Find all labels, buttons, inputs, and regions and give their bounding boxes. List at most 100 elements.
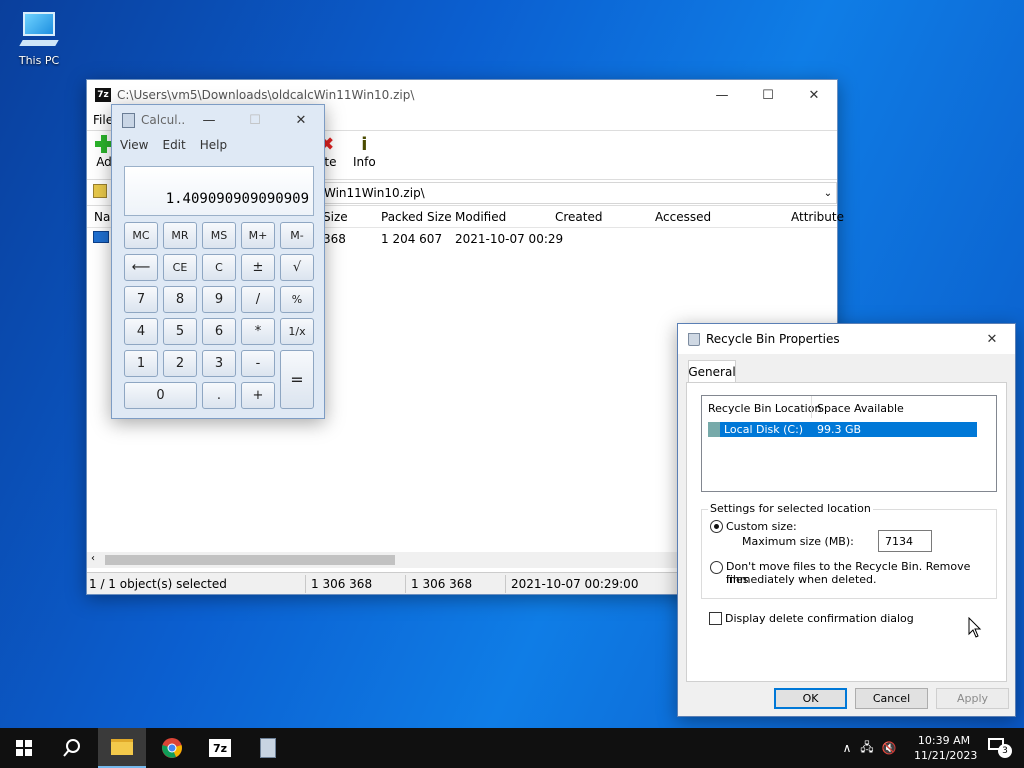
dont-move-radio[interactable]: [710, 561, 723, 574]
column-size[interactable]: Size: [323, 210, 348, 224]
maximize-button[interactable]: ☐: [232, 105, 278, 135]
key-6[interactable]: 6: [202, 318, 236, 345]
key-ce[interactable]: CE: [163, 254, 197, 281]
key-reciprocal[interactable]: 1/x: [280, 318, 314, 345]
list-header-space[interactable]: Space Available: [817, 402, 904, 415]
menu-view[interactable]: View: [120, 138, 148, 152]
max-size-input[interactable]: 7134: [878, 530, 932, 552]
taskbar-chrome[interactable]: [148, 728, 196, 768]
calculator-display: 1.409090909090909: [124, 166, 314, 216]
key-8[interactable]: 8: [163, 286, 197, 313]
7zip-window-title: C:\Users\vm5\Downloads\oldcalcWin11Win10…: [117, 88, 415, 102]
network-icon[interactable]: 🖧: [856, 738, 878, 759]
key-mc[interactable]: MC: [124, 222, 158, 249]
settings-group: Settings for selected location Custom si…: [701, 502, 997, 599]
status-selected: 1 / 1 object(s) selected: [89, 577, 227, 591]
key-decimal[interactable]: .: [202, 382, 236, 409]
key-5[interactable]: 5: [163, 318, 197, 345]
system-tray: ∧ 🖧 🔇: [838, 728, 900, 768]
status-packed: 1 306 368: [411, 577, 473, 591]
key-add[interactable]: +: [241, 382, 275, 409]
search-icon: [63, 739, 80, 757]
row-modified: 2021-10-07 00:29: [455, 232, 564, 246]
list-header-location[interactable]: Recycle Bin Location: [708, 402, 821, 415]
column-created[interactable]: Created: [555, 210, 603, 224]
column-packed-size[interactable]: Packed Size: [381, 210, 452, 224]
start-button[interactable]: [0, 728, 48, 768]
calculator-titlebar[interactable]: Calcul... — ☐ ✕: [112, 105, 324, 135]
desktop-icon-this-pc[interactable]: This PC: [14, 10, 64, 67]
volume-muted-icon[interactable]: 🔇: [878, 741, 900, 755]
key-0[interactable]: 0: [124, 382, 197, 409]
recycle-bin-title: Recycle Bin Properties: [706, 332, 840, 346]
tab-general[interactable]: General: [688, 360, 736, 383]
minimize-button[interactable]: —: [699, 80, 745, 110]
up-folder-icon[interactable]: [93, 184, 107, 198]
search-button[interactable]: [48, 728, 96, 768]
info-button[interactable]: i Info: [353, 135, 376, 170]
key-9[interactable]: 9: [202, 286, 236, 313]
close-button[interactable]: ✕: [278, 105, 324, 135]
scroll-left-icon[interactable]: ‹: [91, 553, 95, 564]
list-item-space: 99.3 GB: [817, 423, 862, 436]
ok-button[interactable]: OK: [774, 688, 847, 709]
column-attributes[interactable]: Attribute: [791, 210, 844, 224]
key-multiply[interactable]: *: [241, 318, 275, 345]
key-4[interactable]: 4: [124, 318, 158, 345]
clock-time: 10:39 AM: [917, 734, 971, 747]
taskbar-7zip[interactable]: 7z: [196, 728, 244, 768]
7zip-icon: 7z: [209, 739, 231, 757]
key-7[interactable]: 7: [124, 286, 158, 313]
key-subtract[interactable]: -: [241, 350, 275, 377]
key-m-plus[interactable]: M+: [241, 222, 275, 249]
delete-confirmation-checkbox[interactable]: [709, 612, 722, 625]
close-button[interactable]: ✕: [969, 324, 1015, 354]
taskbar-calculator[interactable]: [244, 728, 292, 768]
key-percent[interactable]: %: [280, 286, 314, 313]
key-backspace[interactable]: ⟵: [124, 254, 158, 281]
this-pc-icon: [19, 10, 59, 50]
key-sqrt[interactable]: √: [280, 254, 314, 281]
chevron-down-icon[interactable]: ⌄: [820, 188, 836, 199]
recycle-bin-titlebar[interactable]: Recycle Bin Properties ✕: [678, 324, 1015, 354]
apply-button[interactable]: Apply: [936, 688, 1009, 709]
row-size: 368: [323, 232, 346, 246]
key-1[interactable]: 1: [124, 350, 158, 377]
maximize-button[interactable]: ☐: [745, 80, 791, 110]
key-mr[interactable]: MR: [163, 222, 197, 249]
calculator-menubar: View Edit Help: [112, 135, 324, 155]
key-equals[interactable]: =: [280, 350, 314, 409]
list-item-location: Local Disk (C:): [724, 423, 804, 436]
key-3[interactable]: 3: [202, 350, 236, 377]
mouse-cursor-icon: [968, 617, 982, 638]
menu-help[interactable]: Help: [200, 138, 227, 152]
column-accessed[interactable]: Accessed: [655, 210, 711, 224]
chevron-up-icon[interactable]: ∧: [838, 741, 856, 755]
minimize-button[interactable]: —: [186, 105, 232, 135]
key-m-minus[interactable]: M-: [280, 222, 314, 249]
key-plus-minus[interactable]: ±: [241, 254, 275, 281]
menu-edit[interactable]: Edit: [162, 138, 185, 152]
key-divide[interactable]: /: [241, 286, 275, 313]
cancel-button[interactable]: Cancel: [855, 688, 928, 709]
calculator-title: Calcul...: [141, 113, 186, 127]
close-button[interactable]: ✕: [791, 80, 837, 110]
calculator-icon: [260, 738, 276, 758]
taskbar-file-explorer[interactable]: [98, 728, 146, 768]
key-ms[interactable]: MS: [202, 222, 236, 249]
notification-center-button[interactable]: 3: [988, 738, 1012, 758]
address-field[interactable]: Win11Win10.zip\ ⌄: [323, 182, 837, 204]
desktop-icon-label: This PC: [18, 54, 60, 67]
scrollbar-thumb[interactable]: [105, 555, 395, 565]
clock-date: 11/21/2023: [914, 749, 978, 762]
taskbar-clock[interactable]: 10:39 AM 11/21/2023: [914, 733, 978, 763]
key-2[interactable]: 2: [163, 350, 197, 377]
drive-icon: [708, 422, 720, 437]
key-c[interactable]: C: [202, 254, 236, 281]
location-list[interactable]: Recycle Bin Location Space Available Loc…: [701, 395, 997, 492]
custom-size-radio[interactable]: [710, 520, 723, 533]
chrome-icon: [162, 738, 182, 758]
column-modified[interactable]: Modified: [455, 210, 506, 224]
list-item[interactable]: Local Disk (C:) 99.3 GB: [708, 422, 977, 437]
settings-group-label: Settings for selected location: [708, 502, 873, 515]
